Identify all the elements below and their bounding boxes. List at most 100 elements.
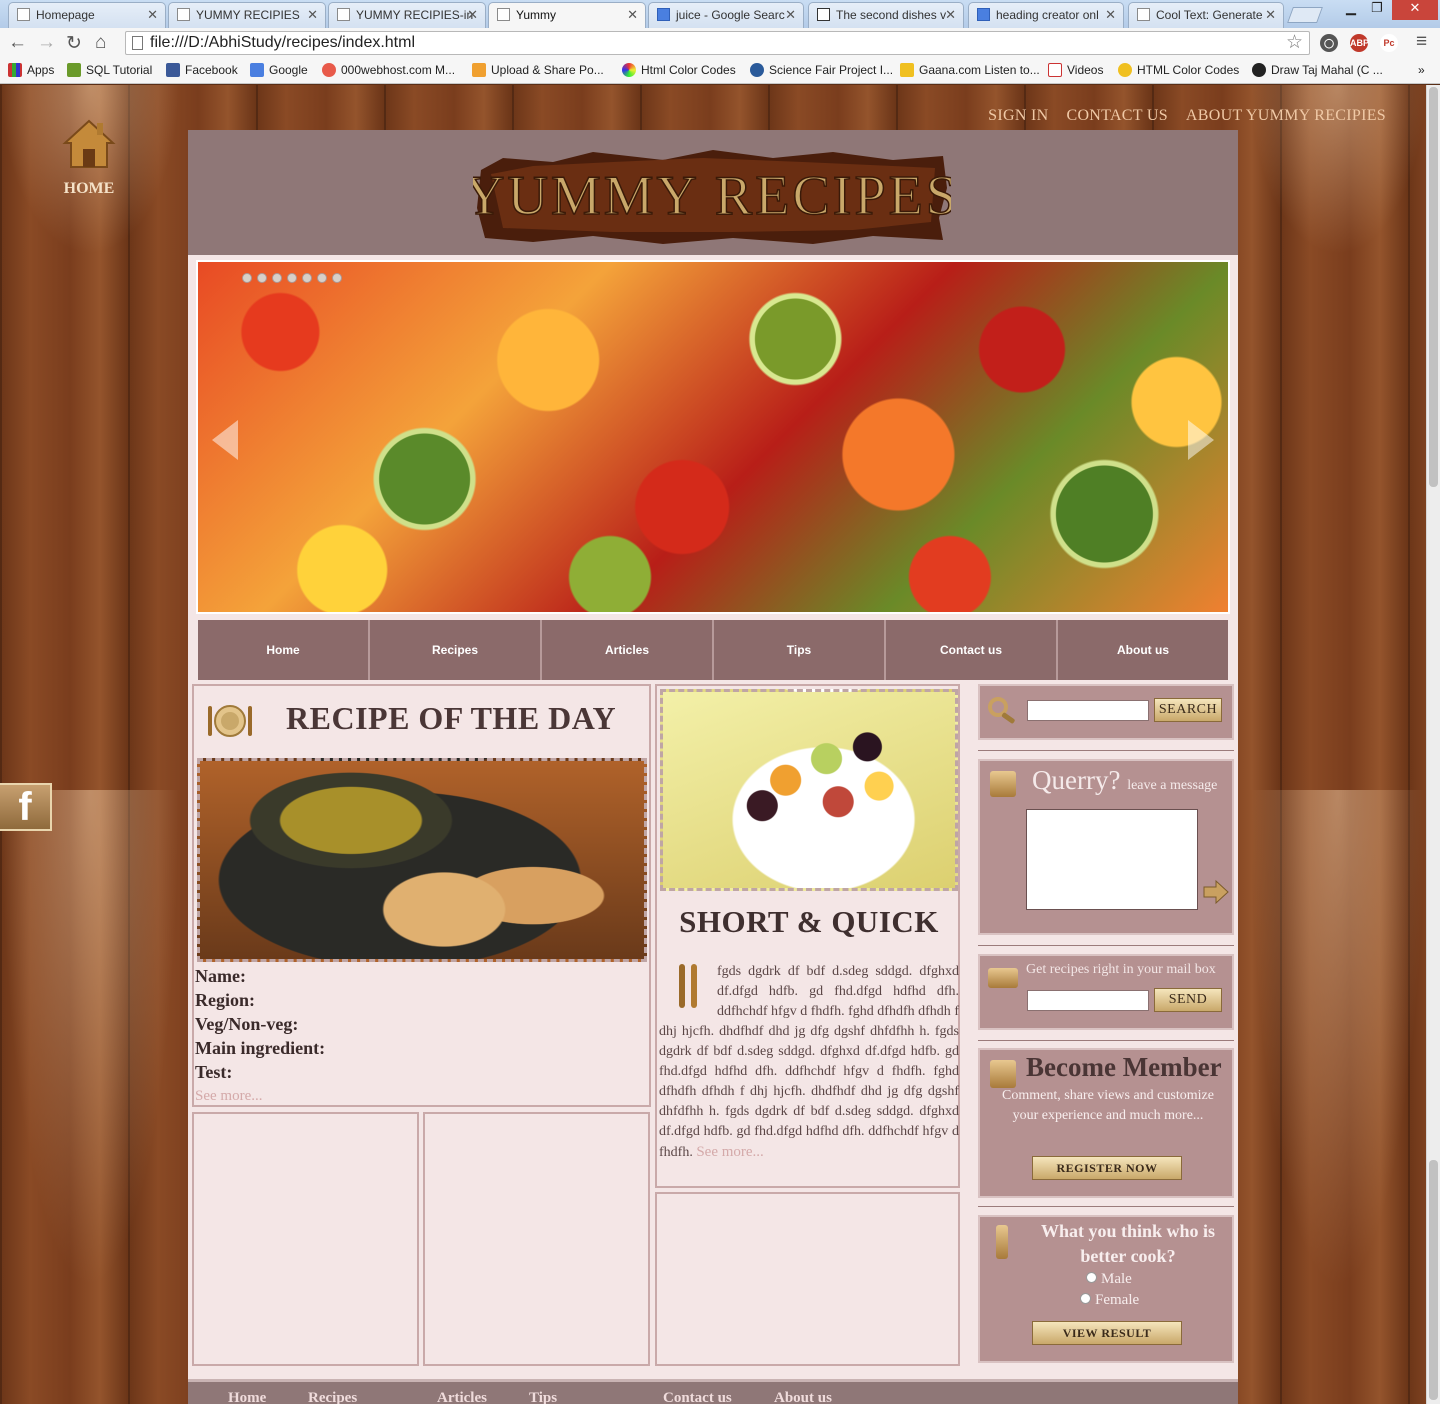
home-link[interactable]: HOME	[58, 115, 120, 198]
scrollbar[interactable]	[1426, 85, 1440, 1404]
radio-icon[interactable]	[1086, 1272, 1097, 1283]
prev-arrow-icon[interactable]	[212, 420, 238, 460]
nav-articles[interactable]: Articles	[542, 620, 714, 680]
search-widget: SEARCH	[978, 684, 1234, 740]
bookmark-item[interactable]: Videos	[1048, 63, 1103, 77]
minimize-icon[interactable]: ▁	[1340, 0, 1362, 20]
email-input[interactable]	[1027, 990, 1149, 1011]
arrow-right-icon[interactable]	[1202, 879, 1230, 905]
fruit-slideshow[interactable]	[196, 260, 1230, 614]
contact-us-link[interactable]: CONTACT US	[1066, 107, 1167, 124]
bookmark-item[interactable]: SQL Tutorial	[67, 63, 152, 77]
browser-tab-strip: Homepage ✕ YUMMY RECIPIES ✕ YUMMY RECIPIES…	[0, 0, 1440, 29]
see-more-link[interactable]: See more...	[195, 1084, 325, 1108]
back-icon[interactable]: ←	[8, 32, 27, 54]
see-more-link[interactable]: See more...	[696, 1144, 763, 1160]
new-tab-button[interactable]	[1287, 7, 1323, 23]
close-icon[interactable]: ✕	[1105, 7, 1116, 23]
apps-icon	[8, 63, 22, 77]
sign-in-link[interactable]: SIGN IN	[988, 107, 1048, 124]
browser-tab[interactable]: heading creator onl ✕	[968, 2, 1124, 28]
address-bar[interactable]: file:///D:/AbhiStudy/recipes/index.html …	[125, 31, 1310, 55]
adblock-icon[interactable]: ABP	[1350, 34, 1369, 52]
footer-articles[interactable]: Articles	[437, 1390, 487, 1404]
upload-icon	[472, 63, 486, 77]
close-icon[interactable]: ✕	[785, 7, 796, 23]
message-textarea[interactable]	[1026, 809, 1198, 910]
poll-option-male[interactable]: Male	[1086, 1271, 1132, 1288]
nav-recipes[interactable]: Recipes	[370, 620, 542, 680]
bookmark-item[interactable]: Gaana.com Listen to...	[900, 63, 1040, 77]
newsletter-widget: Get recipes right in your mail box SEND	[978, 954, 1234, 1030]
slider-dots[interactable]	[242, 270, 347, 288]
reload-icon[interactable]: ↻	[66, 32, 82, 55]
footer-about-us[interactable]: About us	[774, 1390, 832, 1404]
search-input[interactable]	[1027, 700, 1149, 721]
browser-tab[interactable]: Cool Text: Generate ✕	[1128, 2, 1284, 28]
register-button[interactable]: REGISTER NOW	[1032, 1156, 1182, 1180]
close-icon[interactable]: ✕	[467, 7, 478, 23]
browser-tab-active[interactable]: Yummy ✕	[488, 2, 646, 29]
poll-icon	[996, 1225, 1008, 1259]
close-icon[interactable]: ✕	[307, 7, 318, 23]
close-window-button[interactable]: ✕	[1392, 0, 1438, 20]
close-icon[interactable]: ✕	[1265, 7, 1276, 23]
close-icon[interactable]: ✕	[945, 7, 956, 23]
send-button[interactable]: SEND	[1154, 988, 1222, 1012]
bookmark-item[interactable]: Draw Taj Mahal (C ...	[1252, 63, 1383, 77]
bookmark-item[interactable]: Google	[250, 63, 308, 77]
bookmark-star-icon[interactable]: ☆	[1286, 31, 1303, 54]
close-icon[interactable]: ✕	[627, 7, 638, 23]
bookmark-item[interactable]: Upload & Share Po...	[472, 63, 604, 77]
next-arrow-icon[interactable]	[1188, 420, 1214, 460]
forward-icon[interactable]: →	[37, 32, 56, 54]
bookmark-item[interactable]: HTML Color Codes	[1118, 63, 1239, 77]
menu-icon[interactable]: ≡	[1416, 31, 1427, 53]
bookmark-item[interactable]: Facebook	[166, 63, 238, 77]
empty-box	[423, 1112, 650, 1366]
browser-tab[interactable]: YUMMY RECIPIES ✕	[168, 2, 326, 28]
recipe-of-the-day: RECIPE OF THE DAY Name: Region: Veg/Non-…	[192, 684, 651, 1107]
poll-widget: What you think who is better cook? Male …	[978, 1215, 1234, 1363]
browser-tab[interactable]: juice - Google Searc ✕	[648, 2, 804, 28]
restore-icon[interactable]: ❐	[1366, 0, 1388, 20]
scrollbar-thumb[interactable]	[1429, 87, 1438, 487]
close-icon[interactable]: ✕	[147, 7, 158, 23]
bookmarks-overflow-icon[interactable]: »	[1418, 63, 1425, 77]
fruit-skewer-image	[660, 689, 958, 891]
bookmark-apps[interactable]: Apps	[8, 63, 54, 77]
iz-icon	[817, 8, 830, 21]
poll-option-female[interactable]: Female	[1080, 1292, 1139, 1309]
bookmark-item[interactable]: 000webhost.com M...	[322, 63, 455, 77]
footer-nav: Home Recipes Articles Tips Contact us Ab…	[188, 1379, 1238, 1404]
bookmark-item[interactable]: Html Color Codes	[622, 63, 736, 77]
page-icon	[177, 8, 190, 21]
radio-icon[interactable]	[1080, 1293, 1091, 1304]
main-nav: Home Recipes Articles Tips Contact us Ab…	[198, 620, 1228, 680]
browser-tab[interactable]: Homepage ✕	[8, 2, 166, 28]
nav-tips[interactable]: Tips	[714, 620, 886, 680]
nav-contact-us[interactable]: Contact us	[886, 620, 1058, 680]
footer-tips[interactable]: Tips	[529, 1390, 557, 1404]
extension-icon[interactable]: ◯	[1320, 34, 1338, 52]
browser-tab[interactable]: The second dishes v ✕	[808, 2, 964, 28]
nav-home[interactable]: Home	[198, 620, 370, 680]
footer-contact-us[interactable]: Contact us	[663, 1390, 732, 1404]
footer-recipes[interactable]: Recipes	[308, 1390, 357, 1404]
mail-icon	[988, 968, 1018, 988]
bookmark-item[interactable]: Science Fair Project I...	[750, 63, 893, 77]
short-quick-text: fgds dgdrk df bdf d.sdeg sddgd. dfghxd d…	[659, 964, 959, 1160]
site-logo: YUMMY RECIPES	[473, 150, 951, 244]
view-result-button[interactable]: VIEW RESULT	[1032, 1321, 1182, 1345]
extension-pc-icon[interactable]: Pc	[1380, 34, 1398, 52]
browser-toolbar: ← → ↻ ⌂ file:///D:/AbhiStudy/recipes/ind…	[0, 28, 1440, 58]
browser-tab[interactable]: YUMMY RECIPIES-in ✕	[328, 2, 486, 28]
top-links: SIGN IN CONTACT US ABOUT YUMMY RECIPIES	[974, 107, 1386, 125]
search-button[interactable]: SEARCH	[1154, 698, 1222, 722]
home-icon[interactable]: ⌂	[95, 32, 106, 54]
nav-about-us[interactable]: About us	[1058, 620, 1228, 680]
about-link[interactable]: ABOUT YUMMY RECIPIES	[1186, 107, 1386, 124]
footer-home[interactable]: Home	[228, 1390, 266, 1404]
scrollbar-thumb-lower[interactable]	[1429, 1160, 1438, 1400]
facebook-button[interactable]: f	[0, 783, 52, 831]
